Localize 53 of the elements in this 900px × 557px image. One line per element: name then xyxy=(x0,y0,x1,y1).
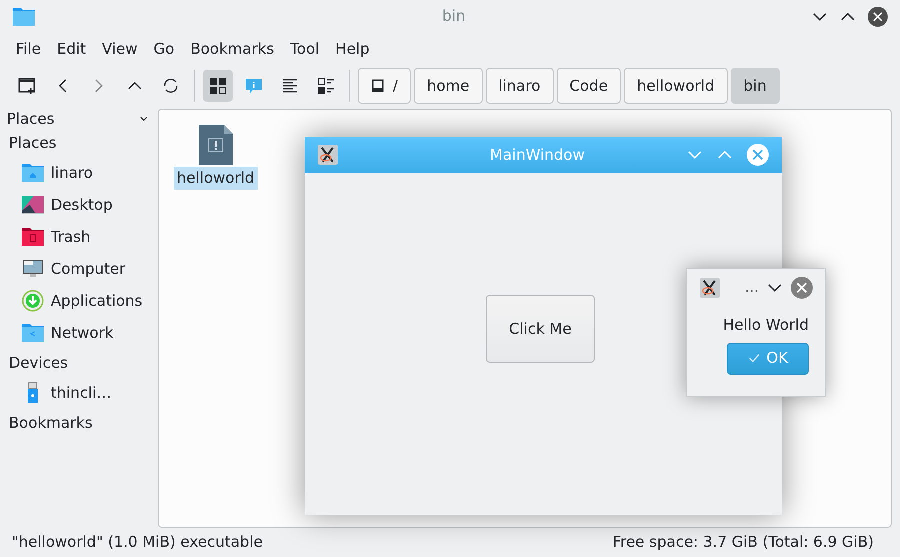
status-text: "helloworld" (1.0 MiB) executable xyxy=(12,532,263,553)
icons-view-button[interactable] xyxy=(203,70,233,102)
panel-title: Places xyxy=(7,108,55,130)
close-icon[interactable] xyxy=(868,6,888,26)
breadcrumb-button[interactable]: Code xyxy=(556,68,622,104)
download-icon xyxy=(21,289,45,313)
info-icon xyxy=(245,77,263,95)
menu-item[interactable]: View xyxy=(94,38,146,61)
section-header[interactable]: Places xyxy=(0,129,158,157)
forward-icon xyxy=(95,79,103,93)
menu-item[interactable]: Go xyxy=(146,38,183,61)
lines-icon xyxy=(281,77,299,95)
app-logo-icon xyxy=(700,278,720,298)
file-name[interactable]: helloworld xyxy=(174,167,258,190)
check-icon xyxy=(748,352,761,365)
place-item[interactable]: Computer xyxy=(0,253,158,285)
place-item[interactable]: Applications xyxy=(0,285,158,317)
breadcrumb-button[interactable]: / xyxy=(358,68,412,104)
menu-item[interactable]: File xyxy=(8,38,50,61)
menu-item[interactable]: Bookmarks xyxy=(182,38,282,61)
home-folder-icon xyxy=(21,161,45,185)
message-text: Hello World xyxy=(723,315,809,336)
place-item[interactable]: Network xyxy=(0,317,158,349)
breadcrumb-button[interactable]: bin xyxy=(730,68,780,104)
close-icon[interactable] xyxy=(791,277,813,299)
menu-item[interactable]: Tool xyxy=(282,38,328,61)
section-header[interactable]: Bookmarks xyxy=(0,409,158,437)
reload-icon xyxy=(162,77,180,95)
desktop-icon xyxy=(21,193,45,217)
breadcrumb-button[interactable]: home xyxy=(414,68,483,104)
window-title: bin xyxy=(441,6,467,28)
breadcrumb-button[interactable]: linaro xyxy=(486,68,554,104)
drive-icon xyxy=(371,79,385,93)
breadcrumb-button[interactable]: helloworld xyxy=(624,68,728,104)
menu-item[interactable]: Help xyxy=(328,38,378,61)
place-item[interactable]: Desktop xyxy=(0,189,158,221)
section-header[interactable]: Devices xyxy=(0,349,158,377)
grid-icon xyxy=(209,77,227,95)
app-logo-icon xyxy=(318,145,338,165)
place-item[interactable]: Trash xyxy=(0,221,158,253)
trash-folder-icon xyxy=(21,225,45,249)
free-space-text: Free space: 3.7 GiB (Total: 6.9 GiB) xyxy=(612,532,874,553)
window-title: MainWindow xyxy=(489,144,586,166)
click-me-button[interactable]: Click Me xyxy=(486,295,595,363)
back-icon xyxy=(59,79,67,93)
dialog-title: … xyxy=(745,278,759,298)
place-item[interactable]: thincli… xyxy=(0,377,158,409)
list-icon xyxy=(317,77,335,95)
network-folder-icon xyxy=(21,321,45,345)
menu-item[interactable]: Edit xyxy=(49,38,94,61)
new-tab-icon xyxy=(18,77,36,95)
place-item[interactable]: linaro xyxy=(0,157,158,189)
executable-file-icon[interactable] xyxy=(198,125,233,165)
